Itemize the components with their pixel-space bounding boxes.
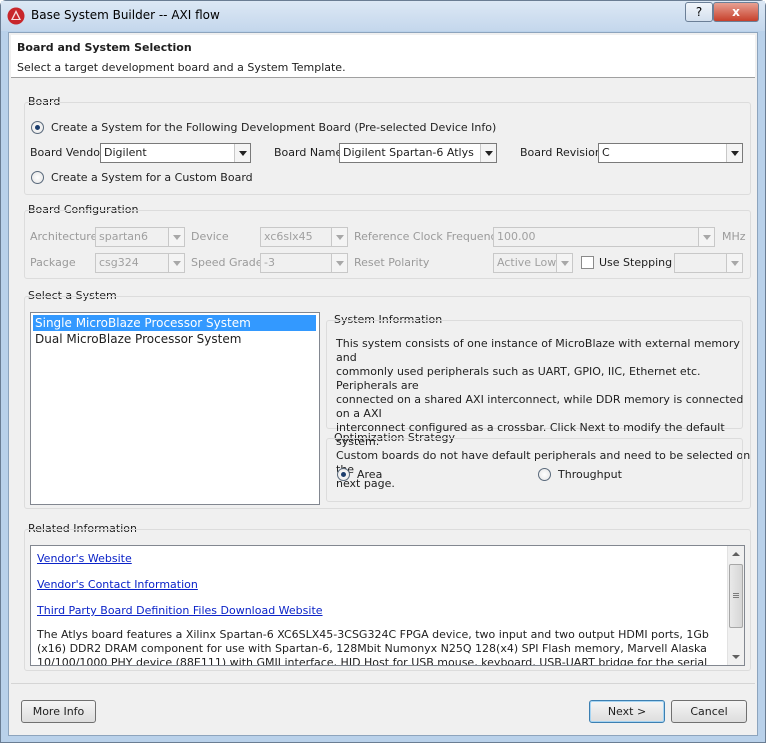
dialog-client-area: Board and System Selection Select a targ… bbox=[8, 32, 758, 736]
board-vendor-label: Board Vendor bbox=[30, 146, 105, 159]
device-dropdown[interactable]: xc6slx45 bbox=[260, 227, 348, 247]
speed-grade-label: Speed Grade bbox=[191, 256, 263, 269]
custom-board-radio[interactable] bbox=[31, 171, 44, 184]
stepping-dropdown[interactable] bbox=[674, 253, 743, 273]
chevron-down-icon bbox=[726, 254, 742, 272]
chevron-down-icon bbox=[698, 228, 714, 246]
board-revision-value: C bbox=[602, 146, 610, 159]
scrollbar-thumb[interactable] bbox=[729, 564, 743, 628]
architecture-dropdown[interactable]: spartan6 bbox=[95, 227, 185, 247]
board-revision-label: Board Revision bbox=[520, 146, 602, 159]
chevron-down-icon bbox=[331, 228, 347, 246]
board-vendor-value: Digilent bbox=[104, 146, 147, 159]
grip-icon bbox=[733, 593, 739, 594]
page-subtitle: Select a target development board and a … bbox=[17, 61, 346, 74]
use-stepping-checkbox[interactable] bbox=[581, 256, 594, 269]
dev-board-radio-label: Create a System for the Following Develo… bbox=[51, 121, 497, 134]
system-info-line: This system consists of one instance of … bbox=[336, 337, 740, 364]
next-button[interactable]: Next > bbox=[589, 700, 665, 723]
system-listbox[interactable]: Single MicroBlaze Processor System Dual … bbox=[30, 312, 320, 505]
title-bar[interactable]: Base System Builder -- AXI flow ? x bbox=[1, 1, 765, 31]
area-radio[interactable] bbox=[337, 468, 350, 481]
chevron-down-icon bbox=[480, 144, 496, 162]
optimization-group bbox=[326, 438, 743, 502]
help-button[interactable]: ? bbox=[685, 2, 713, 22]
area-radio-label: Area bbox=[357, 468, 383, 481]
chevron-down-icon bbox=[726, 144, 742, 162]
system-info-line: commonly used peripherals such as UART, … bbox=[336, 365, 701, 392]
ref-clock-label: Reference Clock Frequency bbox=[354, 230, 504, 243]
speed-grade-dropdown[interactable]: -3 bbox=[260, 253, 348, 273]
board-revision-dropdown[interactable]: C bbox=[598, 143, 743, 163]
chevron-down-icon bbox=[234, 144, 250, 162]
dialog-window: Base System Builder -- AXI flow ? x Boar… bbox=[0, 0, 766, 743]
package-label: Package bbox=[30, 256, 76, 269]
architecture-label: Architecture bbox=[30, 230, 98, 243]
chevron-down-icon bbox=[168, 228, 184, 246]
window-title: Base System Builder -- AXI flow bbox=[31, 8, 220, 22]
chevron-down-icon bbox=[331, 254, 347, 272]
board-vendor-dropdown[interactable]: Digilent bbox=[100, 143, 251, 163]
system-info-line: connected on a shared AXI interconnect, … bbox=[336, 393, 744, 420]
package-dropdown[interactable]: csg324 bbox=[95, 253, 185, 273]
chevron-down-icon bbox=[168, 254, 184, 272]
use-stepping-label: Use Stepping bbox=[599, 256, 673, 269]
system-list-item[interactable]: Single MicroBlaze Processor System bbox=[33, 315, 316, 331]
cancel-button[interactable]: Cancel bbox=[671, 700, 747, 723]
reset-polarity-dropdown[interactable]: Active Low bbox=[493, 253, 573, 273]
ref-clock-unit: MHz bbox=[722, 230, 746, 243]
scroll-down-icon[interactable] bbox=[728, 649, 744, 665]
chevron-down-icon bbox=[556, 254, 572, 272]
related-info-scrollbar[interactable] bbox=[727, 546, 744, 665]
more-info-button[interactable]: More Info bbox=[21, 700, 96, 723]
reset-polarity-label: Reset Polarity bbox=[354, 256, 430, 269]
header-panel: Board and System Selection Select a targ… bbox=[11, 35, 755, 78]
xilinx-app-icon bbox=[7, 7, 25, 25]
device-label: Device bbox=[191, 230, 229, 243]
speed-grade-value: -3 bbox=[264, 256, 275, 269]
ref-clock-dropdown[interactable]: 100.00 bbox=[493, 227, 715, 247]
package-value: csg324 bbox=[99, 256, 139, 269]
page-title: Board and System Selection bbox=[17, 41, 192, 54]
board-name-value: Digilent Spartan-6 Atlys bbox=[343, 146, 474, 159]
throughput-radio[interactable] bbox=[538, 468, 551, 481]
vendor-contact-link[interactable]: Vendor's Contact Information bbox=[37, 578, 198, 591]
board-name-label: Board Name bbox=[274, 146, 343, 159]
architecture-value: spartan6 bbox=[99, 230, 149, 243]
board-files-download-link[interactable]: Third Party Board Definition Files Downl… bbox=[37, 604, 323, 617]
device-value: xc6slx45 bbox=[264, 230, 313, 243]
throughput-radio-label: Throughput bbox=[558, 468, 622, 481]
scroll-up-icon[interactable] bbox=[728, 546, 744, 562]
dev-board-radio[interactable] bbox=[31, 121, 44, 134]
system-list-item[interactable]: Dual MicroBlaze Processor System bbox=[33, 331, 241, 347]
related-info-box[interactable]: Vendor's Website Vendor's Contact Inform… bbox=[30, 545, 745, 666]
ref-clock-value: 100.00 bbox=[497, 230, 536, 243]
vendor-website-link[interactable]: Vendor's Website bbox=[37, 552, 132, 565]
board-name-dropdown[interactable]: Digilent Spartan-6 Atlys bbox=[339, 143, 497, 163]
close-button[interactable]: x bbox=[713, 2, 759, 22]
reset-polarity-value: Active Low bbox=[497, 256, 557, 269]
custom-board-radio-label: Create a System for a Custom Board bbox=[51, 171, 253, 184]
board-description: The Atlys board features a Xilinx Sparta… bbox=[37, 628, 709, 666]
